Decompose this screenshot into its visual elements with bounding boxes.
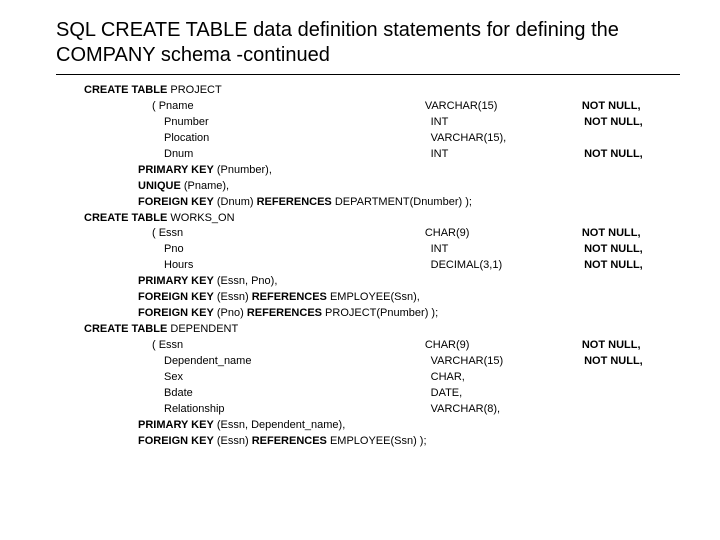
column-type: DATE, [431, 386, 584, 402]
column-type: VARCHAR(15) [425, 99, 582, 115]
column-constraint [584, 131, 680, 147]
column-constraint [584, 402, 680, 418]
key-line: FOREIGN KEY (Essn) REFERENCES EMPLOYEE(S… [84, 434, 427, 450]
column-constraint: NOT NULL, [582, 338, 680, 354]
key-line: PRIMARY KEY (Pnumber), [84, 163, 272, 179]
column-type: VARCHAR(15) [431, 354, 584, 370]
column-name: Pnumber [84, 115, 431, 131]
column-constraint [584, 386, 680, 402]
column-name: Plocation [84, 131, 431, 147]
column-type: INT [431, 147, 584, 163]
column-constraint: NOT NULL, [584, 242, 680, 258]
key-line: FOREIGN KEY (Pno) REFERENCES PROJECT(Pnu… [84, 306, 438, 322]
column-type: CHAR(9) [425, 338, 582, 354]
title-rule [56, 74, 680, 75]
column-name: ( Essn [84, 338, 425, 354]
column-type: INT [431, 115, 584, 131]
column-type: DECIMAL(3,1) [431, 258, 584, 274]
key-line: PRIMARY KEY (Essn, Dependent_name), [84, 418, 345, 434]
create-keyword: CREATE TABLE [84, 84, 167, 96]
column-constraint: NOT NULL, [582, 226, 680, 242]
column-name: Sex [84, 370, 431, 386]
table-name: WORKS_ON [170, 212, 234, 224]
slide-title: SQL CREATE TABLE data definition stateme… [56, 18, 680, 68]
column-name: Dnum [84, 147, 431, 163]
column-name: Pno [84, 242, 431, 258]
column-constraint: NOT NULL, [584, 115, 680, 131]
column-type: VARCHAR(15), [431, 131, 584, 147]
column-name: ( Essn [84, 226, 425, 242]
column-name: ( Pname [84, 99, 425, 115]
column-type: VARCHAR(8), [431, 402, 584, 418]
column-type: CHAR, [431, 370, 584, 386]
key-line: PRIMARY KEY (Essn, Pno), [84, 274, 277, 290]
column-name: Hours [84, 258, 431, 274]
key-line: FOREIGN KEY (Essn) REFERENCES EMPLOYEE(S… [84, 290, 420, 306]
sql-block: CREATE TABLE PROJECT( PnameVARCHAR(15)NO… [56, 83, 680, 450]
column-constraint: NOT NULL, [584, 354, 680, 370]
key-line: FOREIGN KEY (Dnum) REFERENCES DEPARTMENT… [84, 195, 472, 211]
column-name: Relationship [84, 402, 431, 418]
column-constraint [584, 370, 680, 386]
create-keyword: CREATE TABLE [84, 212, 167, 224]
column-constraint: NOT NULL, [584, 147, 680, 163]
column-name: Bdate [84, 386, 431, 402]
column-constraint: NOT NULL, [584, 258, 680, 274]
create-keyword: CREATE TABLE [84, 323, 167, 335]
key-line: UNIQUE (Pname), [84, 179, 229, 195]
column-type: INT [431, 242, 584, 258]
column-type: CHAR(9) [425, 226, 582, 242]
table-name: DEPENDENT [170, 323, 238, 335]
column-name: Dependent_name [84, 354, 431, 370]
column-constraint: NOT NULL, [582, 99, 680, 115]
table-name: PROJECT [170, 84, 221, 96]
